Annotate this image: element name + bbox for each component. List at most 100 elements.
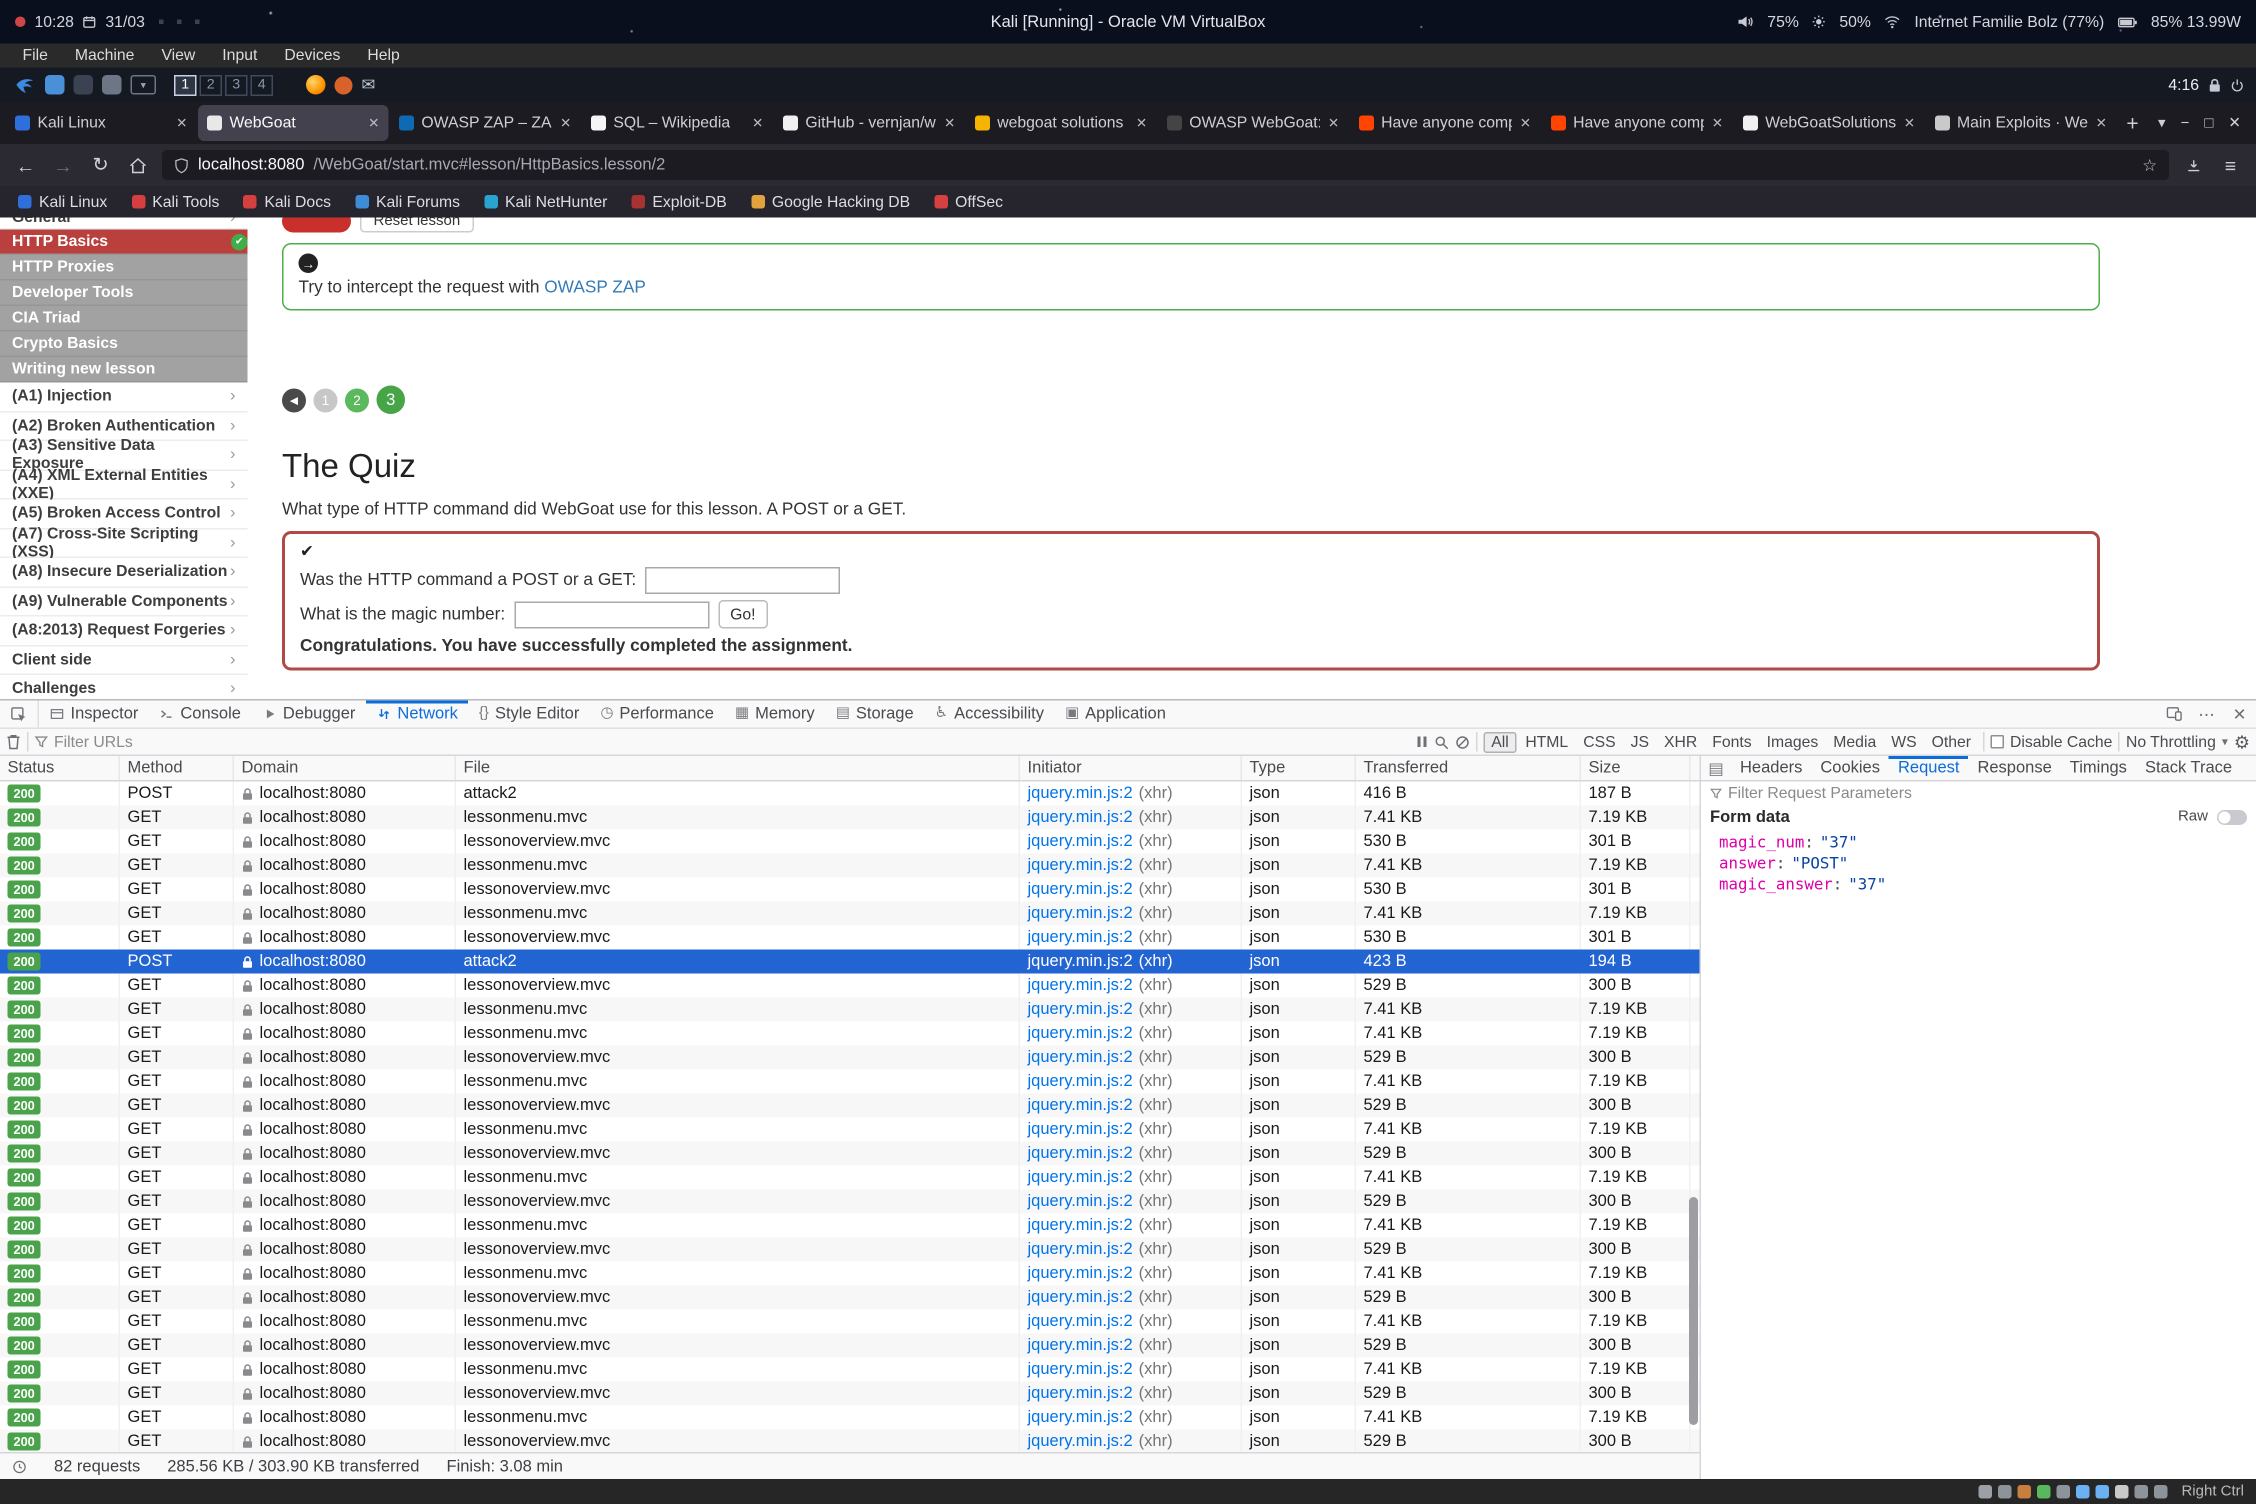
type-filter-media[interactable]: Media <box>1827 731 1882 752</box>
sidebar-item-developer-tools[interactable]: Developer Tools <box>0 281 248 307</box>
go-button[interactable]: Go! <box>718 600 767 629</box>
initiator-link[interactable]: jquery.min.js:2 <box>1028 1145 1133 1163</box>
initiator-link[interactable]: jquery.min.js:2 <box>1028 1337 1133 1355</box>
sidebar-item-a4-xml-external-entities-xxe[interactable]: (A4) XML External Entities (XXE)› <box>0 470 248 499</box>
workspace-2[interactable]: 2 <box>200 74 223 95</box>
browser-tab-sql-wikipedia[interactable]: SQL – Wikipedia✕ <box>582 105 772 141</box>
search-icon[interactable] <box>1434 734 1449 749</box>
network-request-row[interactable]: 200GETlocalhost:8080lessonmenu.mvcjquery… <box>0 1022 1700 1046</box>
power-icon[interactable] <box>2231 77 2245 92</box>
raw-toggle[interactable] <box>2217 809 2247 824</box>
tab-close-icon[interactable]: ✕ <box>1904 115 1915 132</box>
network-request-row[interactable]: 200GETlocalhost:8080lessonoverview.mvcjq… <box>0 1094 1700 1118</box>
reset-lesson-button[interactable]: Reset lesson <box>360 218 474 233</box>
recording-icon[interactable] <box>2115 1485 2129 1499</box>
network-request-row[interactable]: 200GETlocalhost:8080lessonmenu.mvcjquery… <box>0 1358 1700 1382</box>
tab-close-icon[interactable]: ✕ <box>560 115 571 132</box>
initiator-link[interactable]: jquery.min.js:2 <box>1028 1025 1133 1043</box>
browser-tab-have-anyone-compl[interactable]: Have anyone compl✕ <box>1350 105 1540 141</box>
pagination-page-2[interactable]: 2 <box>345 388 369 412</box>
clear-requests-icon[interactable] <box>6 734 21 751</box>
initiator-link[interactable]: jquery.min.js:2 <box>1028 1193 1133 1211</box>
save-page-icon[interactable] <box>2180 157 2207 174</box>
initiator-link[interactable]: jquery.min.js:2 <box>1028 1121 1133 1139</box>
bookmark-exploit-db[interactable]: Exploit-DB <box>631 193 726 211</box>
type-filter-html[interactable]: HTML <box>1519 731 1574 752</box>
vbox-menu-machine[interactable]: Machine <box>61 47 148 65</box>
tab-close-icon[interactable]: ✕ <box>368 115 379 132</box>
list-tabs-icon[interactable]: ▾ <box>2158 115 2166 132</box>
network-request-row[interactable]: 200GETlocalhost:8080lessonoverview.mvcjq… <box>0 1046 1700 1070</box>
browser-tab-owasp-webgoat-c[interactable]: OWASP WebGoat: C✕ <box>1158 105 1348 141</box>
shield-icon[interactable] <box>174 157 189 174</box>
network-request-row[interactable]: 200GETlocalhost:8080lessonoverview.mvcjq… <box>0 830 1700 854</box>
network-request-row[interactable]: 200GETlocalhost:8080lessonmenu.mvcjquery… <box>0 854 1700 878</box>
type-filter-images[interactable]: Images <box>1761 731 1825 752</box>
sidebar-item-a8-2013-request-forgeries[interactable]: (A8:2013) Request Forgeries› <box>0 617 248 646</box>
devtools-tab-storage[interactable]: ▤Storage <box>825 701 924 728</box>
network-request-row[interactable]: 200GETlocalhost:8080lessonmenu.mvcjquery… <box>0 902 1700 926</box>
bookmark-star-icon[interactable]: ☆ <box>2142 155 2157 175</box>
details-tab-stack-trace[interactable]: Stack Trace <box>2136 756 2241 780</box>
initiator-link[interactable]: jquery.min.js:2 <box>1028 1241 1133 1259</box>
block-request-icon[interactable] <box>1455 734 1470 749</box>
bookmark-google-hacking-db[interactable]: Google Hacking DB <box>751 193 910 211</box>
devtools-menu-icon[interactable]: ⋯ <box>2190 704 2223 724</box>
sidebar-item-general[interactable]: General› <box>0 218 248 230</box>
initiator-link[interactable]: jquery.min.js:2 <box>1028 1049 1133 1067</box>
bookmark-offsec[interactable]: OffSec <box>934 193 1003 211</box>
type-filter-all[interactable]: All <box>1484 731 1517 752</box>
sidebar-item-a8-insecure-deserialization[interactable]: (A8) Insecure Deserialization› <box>0 558 248 587</box>
type-filter-js[interactable]: JS <box>1625 731 1655 752</box>
sidebar-item-a9-vulnerable-components[interactable]: (A9) Vulnerable Components› <box>0 587 248 616</box>
sidebar-item-a7-cross-site-scripting-xss[interactable]: (A7) Cross-Site Scripting (XSS)› <box>0 529 248 558</box>
browser-tab-webgoat[interactable]: WebGoat✕ <box>198 105 388 141</box>
network-request-row[interactable]: 200GETlocalhost:8080lessonoverview.mvcjq… <box>0 1190 1700 1214</box>
details-panel-icon[interactable]: ▤ <box>1701 756 1731 780</box>
network-request-row[interactable]: 200GETlocalhost:8080lessonmenu.mvcjquery… <box>0 1166 1700 1190</box>
network-request-row[interactable]: 200GETlocalhost:8080lessonmenu.mvcjquery… <box>0 998 1700 1022</box>
network-request-row[interactable]: 200GETlocalhost:8080lessonoverview.mvcjq… <box>0 1286 1700 1310</box>
network-request-row[interactable]: 200GETlocalhost:8080lessonmenu.mvcjquery… <box>0 1118 1700 1142</box>
sidebar-item-http-proxies[interactable]: HTTP Proxies <box>0 255 248 281</box>
initiator-link[interactable]: jquery.min.js:2 <box>1028 953 1133 971</box>
initiator-link[interactable]: jquery.min.js:2 <box>1028 977 1133 995</box>
network-request-row[interactable]: 200GETlocalhost:8080lessonmenu.mvcjquery… <box>0 1262 1700 1286</box>
bookmark-kali-docs[interactable]: Kali Docs <box>243 193 331 211</box>
tab-close-icon[interactable]: ✕ <box>176 115 187 132</box>
workspace-4[interactable]: 4 <box>251 74 274 95</box>
details-tab-timings[interactable]: Timings <box>2061 756 2136 780</box>
display-icon[interactable] <box>2096 1485 2110 1499</box>
network-request-row[interactable]: 200GETlocalhost:8080lessonmenu.mvcjquery… <box>0 1070 1700 1094</box>
type-filter-fonts[interactable]: Fonts <box>1706 731 1757 752</box>
post-or-get-input[interactable] <box>645 567 840 594</box>
wifi-icon[interactable] <box>1884 15 1901 29</box>
column-header-size[interactable]: Size <box>1581 756 1691 780</box>
details-tab-request[interactable]: Request <box>1889 756 1968 780</box>
pagination-back-button[interactable]: ◄ <box>282 388 306 412</box>
keyboard-icon[interactable] <box>2154 1485 2168 1499</box>
column-header-transferred[interactable]: Transferred <box>1356 756 1581 780</box>
details-tab-response[interactable]: Response <box>1968 756 2060 780</box>
optical-icon[interactable] <box>1998 1485 2012 1499</box>
tab-close-icon[interactable]: ✕ <box>944 115 955 132</box>
brightness-icon[interactable] <box>1812 15 1826 29</box>
reload-icon[interactable]: ↻ <box>87 153 114 177</box>
window-list-button[interactable]: ▾ <box>131 75 157 95</box>
tab-close-icon[interactable]: ✕ <box>2096 115 2107 132</box>
network-request-row[interactable]: 200GETlocalhost:8080lessonmenu.mvcjquery… <box>0 1310 1700 1334</box>
new-tab-button[interactable]: + <box>2116 111 2149 135</box>
initiator-link[interactable]: jquery.min.js:2 <box>1028 1217 1133 1235</box>
network-request-row[interactable]: 200GETlocalhost:8080lessonoverview.mvcjq… <box>0 878 1700 902</box>
initiator-link[interactable]: jquery.min.js:2 <box>1028 1097 1133 1115</box>
type-filter-ws[interactable]: WS <box>1885 731 1922 752</box>
initiator-link[interactable]: jquery.min.js:2 <box>1028 833 1133 851</box>
vbox-menu-help[interactable]: Help <box>354 47 413 65</box>
scrollbar-thumb[interactable] <box>1689 1197 1698 1425</box>
filter-request-parameters-input[interactable] <box>1728 785 2247 803</box>
pick-element-icon[interactable] <box>0 701 39 728</box>
column-header-file[interactable]: File <box>456 756 1020 780</box>
forward-icon[interactable]: → <box>50 154 77 177</box>
initiator-link[interactable]: jquery.min.js:2 <box>1028 857 1133 875</box>
initiator-link[interactable]: jquery.min.js:2 <box>1028 809 1133 827</box>
